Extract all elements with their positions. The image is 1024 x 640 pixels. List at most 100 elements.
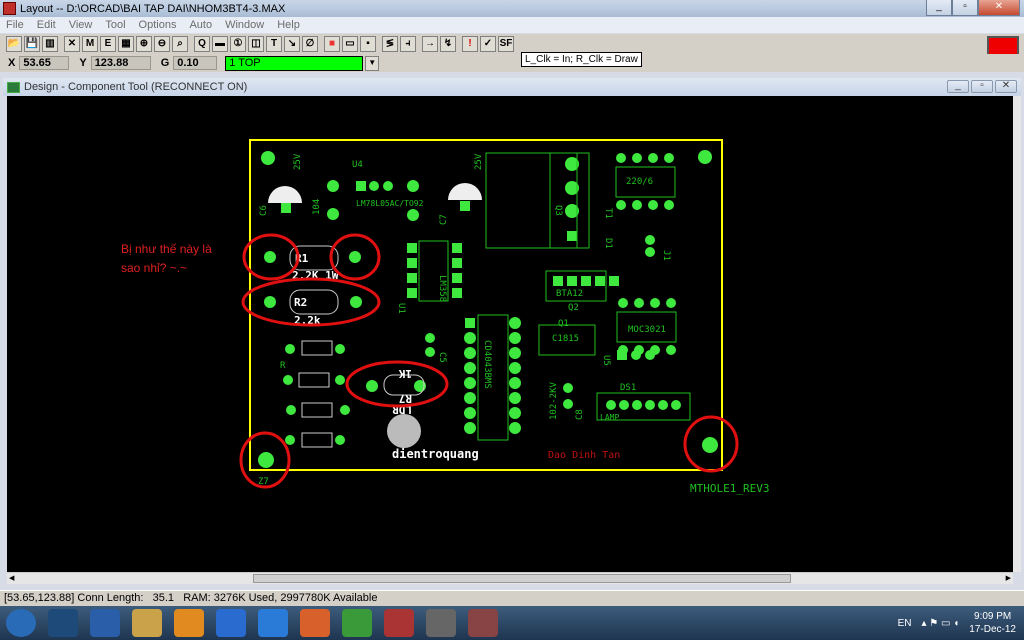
pad — [563, 383, 573, 393]
taskbar-explorer[interactable] — [132, 609, 162, 637]
svg-text:BTA12: BTA12 — [556, 289, 583, 299]
layer-select[interactable]: 1 TOP — [225, 55, 364, 71]
pad — [407, 180, 419, 192]
menu-window[interactable]: Window — [225, 19, 264, 31]
svg-text:220/6: 220/6 — [626, 177, 653, 187]
menu-tool[interactable]: Tool — [105, 19, 125, 31]
svg-text:1K: 1K — [398, 367, 412, 380]
taskbar-layout[interactable] — [468, 609, 498, 637]
drc-button[interactable]: ▭ — [342, 36, 358, 52]
component-button[interactable]: ▬ — [212, 36, 228, 52]
horizontal-scrollbar[interactable]: ◀ ▶ — [7, 572, 1013, 584]
child-close-button[interactable]: ✕ — [995, 80, 1017, 93]
taskbar-ie[interactable] — [258, 609, 288, 637]
toolbar: 📂 💾 ▥ ✕ M E ▦ ⊕ ⊖ ⌕ Q ▬ ① ◫ T ↘ ∅ ■ ▭ ▪ ≶ ⫞ → ↯! ✓ SF — [0, 34, 1024, 54]
language-indicator[interactable]: EN — [898, 618, 912, 629]
ldr-body — [387, 414, 421, 448]
zoom-in-button[interactable]: ⊕ — [136, 36, 152, 52]
m-button[interactable]: M — [82, 36, 98, 52]
scroll-left-icon[interactable]: ◀ — [9, 574, 14, 582]
pad — [632, 200, 642, 210]
drc-check-button[interactable]: ✓ — [480, 36, 496, 52]
pad — [553, 276, 563, 286]
pad — [650, 298, 660, 308]
taskbar-media[interactable] — [174, 609, 204, 637]
scroll-right-icon[interactable]: ▶ — [1006, 574, 1011, 582]
pad — [407, 273, 417, 283]
svg-text:DS1: DS1 — [620, 383, 636, 393]
chevron-down-icon[interactable]: ▼ — [365, 55, 380, 71]
error-button[interactable]: ! — [462, 36, 478, 52]
svg-text:104: 104 — [312, 199, 322, 215]
grid-button[interactable]: ▦ — [118, 36, 134, 52]
connect-button[interactable]: ↘ — [284, 36, 300, 52]
reconnect-button[interactable]: ∅ — [302, 36, 318, 52]
pad — [648, 200, 658, 210]
sf-button[interactable]: SF — [498, 36, 514, 52]
taskbar-sigma[interactable] — [216, 609, 246, 637]
zoom-fit-button[interactable]: ⌕ — [172, 36, 188, 52]
taskbar-firefox[interactable] — [300, 609, 330, 637]
menu-edit[interactable]: Edit — [37, 19, 56, 31]
obstacle-button[interactable]: ◫ — [248, 36, 264, 52]
pad — [698, 150, 712, 164]
taskbar-start[interactable] — [6, 609, 36, 637]
save-button[interactable]: 💾 — [24, 36, 40, 52]
clock[interactable]: 9:09 PM 17-Dec-12 — [969, 610, 1016, 636]
pad — [335, 435, 345, 445]
bars-button[interactable]: ▥ — [42, 36, 58, 52]
scroll-thumb[interactable] — [253, 574, 791, 583]
reconnect-on-button[interactable]: ▪ — [360, 36, 376, 52]
t-button[interactable]: T — [266, 36, 282, 52]
taskbar-vs[interactable] — [90, 609, 120, 637]
pcb-canvas[interactable]: U4 LM78L05AC/TO92 104 C6 25V 25V C7 LM35… — [7, 96, 1013, 572]
e-button[interactable]: E — [100, 36, 116, 52]
taskbar-capture[interactable] — [426, 609, 456, 637]
svg-text:D1: D1 — [603, 238, 613, 249]
clock-date: 17-Dec-12 — [969, 624, 1016, 635]
pad — [666, 298, 676, 308]
pad — [407, 288, 417, 298]
close-button[interactable]: ✕ — [978, 0, 1020, 16]
clock-time: 9:09 PM — [974, 611, 1012, 622]
svg-text:LM358: LM358 — [437, 275, 447, 302]
menu-file[interactable]: File — [6, 19, 24, 31]
pad — [366, 380, 378, 392]
pad — [327, 180, 339, 192]
svg-text:Q2: Q2 — [568, 303, 579, 313]
child-minimize-button[interactable]: _ — [947, 80, 969, 93]
pin-button[interactable]: ① — [230, 36, 246, 52]
taskbar-hp[interactable] — [48, 609, 78, 637]
menu-help[interactable]: Help — [277, 19, 300, 31]
svg-text:25V: 25V — [293, 153, 303, 170]
pad — [383, 181, 393, 191]
pad — [658, 400, 668, 410]
vertical-scrollbar[interactable] — [1013, 96, 1021, 572]
shove-button[interactable]: → — [422, 36, 438, 52]
open-button[interactable]: 📂 — [6, 36, 22, 52]
child-restore-button[interactable]: ▫ — [971, 80, 993, 93]
menu-view[interactable]: View — [69, 19, 93, 31]
x-button[interactable]: ✕ — [64, 36, 80, 52]
tray-icons[interactable]: ▴ ⚑ ▭ ◖ — [921, 618, 959, 629]
taskbar-chrome[interactable] — [342, 609, 372, 637]
pad-button[interactable]: ⫞ — [400, 36, 416, 52]
maximize-button[interactable]: ▫ — [952, 0, 978, 16]
pad — [634, 298, 644, 308]
menu-options[interactable]: Options — [139, 19, 177, 31]
pad — [464, 347, 476, 359]
svg-text:Q1: Q1 — [558, 319, 569, 329]
color-button[interactable]: ■ — [324, 36, 340, 52]
online-button[interactable]: ≶ — [382, 36, 398, 52]
q-button[interactable]: Q — [194, 36, 210, 52]
svg-text:C7: C7 — [439, 214, 449, 225]
svg-text:102-2KV: 102-2KV — [549, 381, 559, 420]
pad — [286, 405, 296, 415]
taskbar-unikey[interactable] — [384, 609, 414, 637]
menu-auto[interactable]: Auto — [189, 19, 212, 31]
minimize-button[interactable]: _ — [926, 0, 952, 16]
pad — [581, 276, 591, 286]
route-button[interactable]: ↯ — [440, 36, 456, 52]
pad — [464, 392, 476, 404]
zoom-out-button[interactable]: ⊖ — [154, 36, 170, 52]
